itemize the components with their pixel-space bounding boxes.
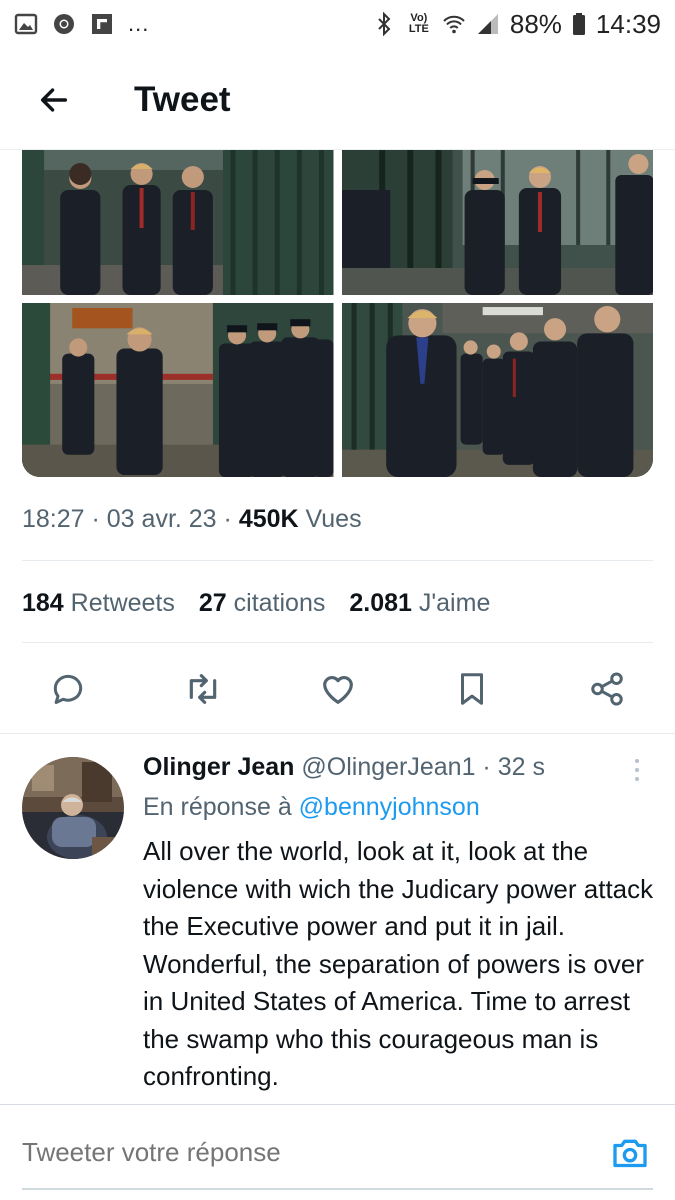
reply-input[interactable] [22,1127,607,1178]
more-vert-icon [635,759,639,763]
likes-count: 2.081 [349,589,412,617]
reply-button[interactable] [44,665,92,713]
gallery-icon [14,12,38,36]
tweet-photo-3[interactable] [22,303,334,477]
status-more-indicator: ... [128,11,150,36]
camera-icon [613,1139,647,1167]
status-bar-left: ... [14,11,149,37]
signal-icon [476,12,500,36]
quotes-count: 27 [198,589,227,617]
avatar[interactable] [22,757,124,859]
retweet-icon [189,674,216,704]
page-title: Tweet [134,79,231,119]
input-underline [22,1188,653,1190]
separator-dot: · [475,753,498,781]
likes-label: J'aime [411,589,491,617]
more-options-button[interactable] [622,755,652,785]
bluetooth-icon [372,11,396,37]
chrome-icon [52,12,76,36]
quotes-label: citations [226,589,326,617]
bookmark-button[interactable] [448,665,496,713]
reply-time: 32 s [497,753,545,781]
reply-to-label: En réponse à [143,793,299,821]
reply-author-handle[interactable]: @OlingerJean1 [294,753,475,781]
divider [22,560,653,561]
retweets-label: Retweets [63,589,175,617]
divider [22,642,653,643]
section-divider [0,733,675,734]
share-button[interactable] [583,665,631,713]
tweet-media-grid [22,150,653,477]
reply-tweet[interactable]: Olinger Jean @OlingerJean1 · 32 s En rép… [0,745,675,1100]
tweet-action-bar [22,660,653,718]
arrow-left-icon [40,87,68,112]
like-button[interactable] [314,665,362,713]
separator-dot: · [216,505,239,533]
status-bar: ... Vo) LTE 88% 14:39 [0,0,675,48]
top-app-bar: Tweet [0,50,675,150]
reply-text: All over the world, look at it, look at … [143,836,654,1091]
reply-author-name[interactable]: Olinger Jean [143,753,294,781]
quotes-stat[interactable]: 27 citations [199,589,325,618]
retweets-stat[interactable]: 184 Retweets [22,589,175,618]
retweets-count: 184 [22,589,64,617]
wifi-icon [442,12,466,36]
reply-icon [53,674,83,704]
status-bar-right: Vo) LTE 88% 14:39 [372,9,661,40]
volte-indicator: Vo) LTE [408,12,429,35]
flipboard-icon [90,12,114,36]
reply-to-handle-link[interactable]: @bennyjohnson [299,793,480,821]
tweet-photo-4[interactable] [341,303,653,477]
heart-icon [322,676,353,704]
tweet-date: 03 avr. 23 [106,505,217,533]
tweet-photo-2[interactable] [341,150,653,295]
battery-percent: 88% [509,8,562,39]
battery-icon [572,12,586,36]
tweet-timestamp: 18:27 · 03 avr. 23 · 450K Vues [22,505,362,534]
likes-stat[interactable]: 2.081 J'aime [349,589,490,618]
retweet-button[interactable] [179,665,227,713]
clock: 14:39 [595,8,661,39]
share-icon [591,672,623,706]
camera-button[interactable] [607,1130,653,1176]
reply-composer [0,1105,675,1200]
back-button[interactable] [24,70,84,130]
views-count: 450K [238,505,299,533]
reply-header: Olinger Jean @OlingerJean1 · 32 s [143,753,545,782]
separator-dot: · [84,505,107,533]
reply-context: En réponse à @bennyjohnson [143,793,480,822]
tweet-time: 18:27 [22,505,85,533]
views-label: Vues [298,505,362,533]
tweet-stats: 184 Retweets 27 citations 2.081 J'aime [22,589,490,618]
tweet-photo-1[interactable] [22,150,334,295]
bookmark-icon [461,673,484,705]
